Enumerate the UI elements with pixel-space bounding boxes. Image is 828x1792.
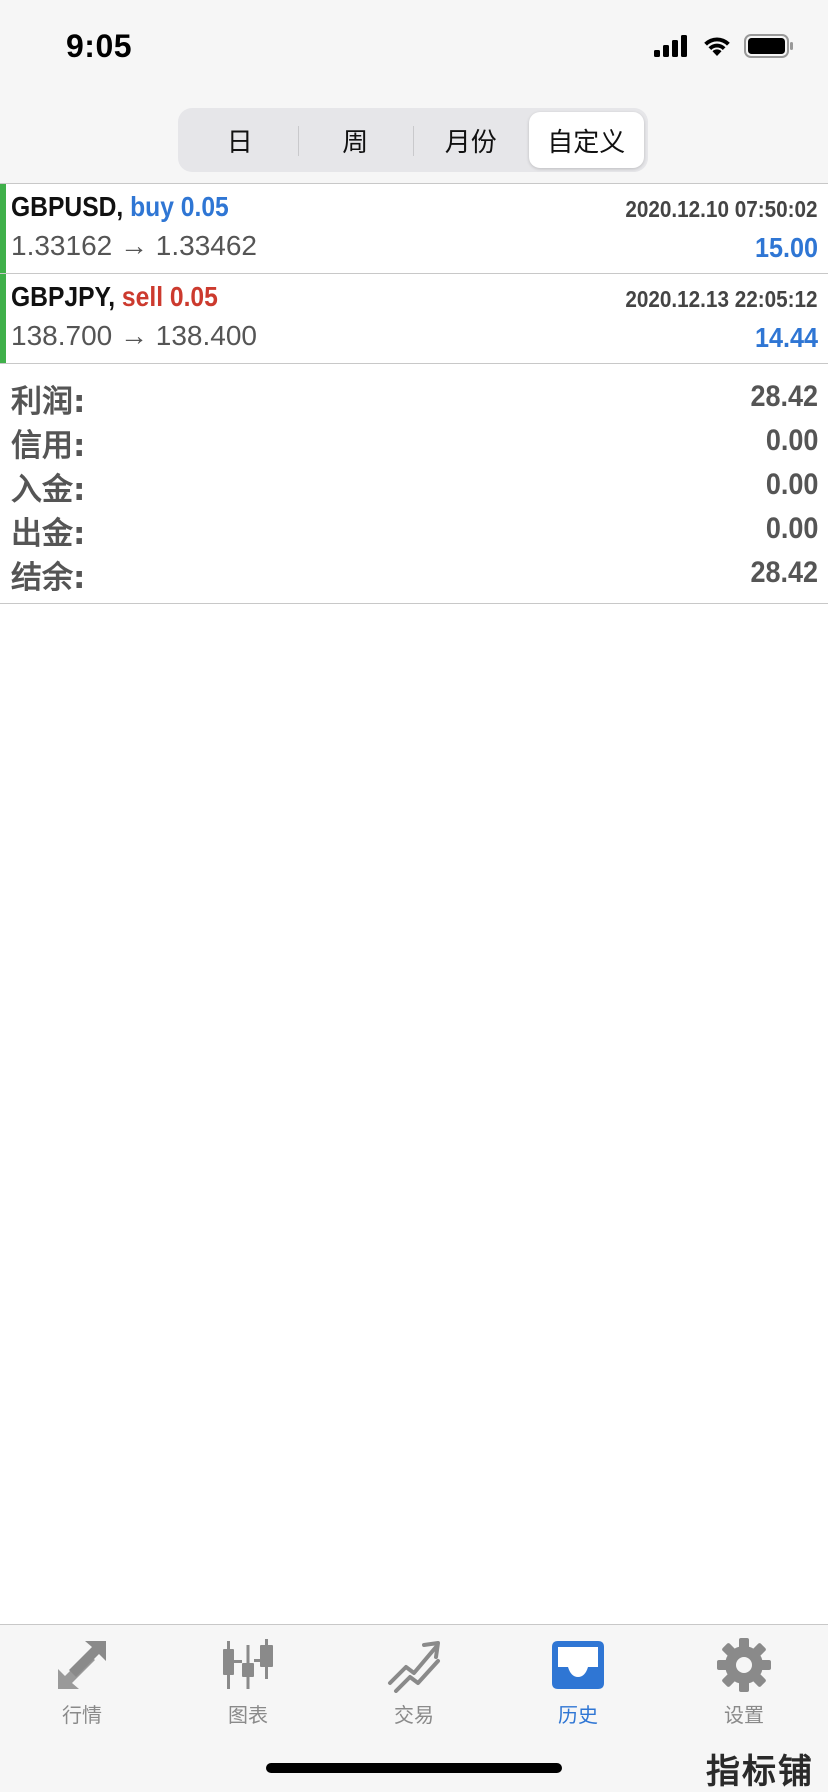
tab-label: 交易 <box>394 1703 434 1727</box>
summary-value: 0.00 <box>765 424 818 457</box>
summary-withdrawal: 出金: 0.00 <box>0 508 828 552</box>
trade-row-accent <box>0 184 6 273</box>
summary-value: 28.42 <box>750 380 818 413</box>
gear-icon <box>717 1638 771 1692</box>
trade-datetime: 2020.12.13 22:05:12 <box>625 286 818 312</box>
trade-side: buy 0.05 <box>130 191 229 222</box>
period-segmented-control: 日 周 月份 自定义 <box>178 108 648 172</box>
trade-symbol-name: GBPUSD, <box>11 191 124 222</box>
summary-label: 信用: <box>11 428 86 464</box>
trade-profit: 15.00 <box>754 232 818 263</box>
summary-value: 0.00 <box>765 512 818 545</box>
period-tab-week[interactable]: 周 <box>297 112 414 168</box>
trade-symbol-name: GBPJPY, <box>11 281 116 312</box>
period-tab-month[interactable]: 月份 <box>413 112 529 168</box>
trade-side: sell 0.05 <box>121 281 218 312</box>
tab-settings[interactable]: 设置 <box>684 1637 804 1737</box>
tab-chart[interactable]: 图表 <box>188 1637 308 1737</box>
tab-label: 设置 <box>724 1703 764 1727</box>
quotes-arrows-icon <box>58 1641 106 1689</box>
trade-symbol: GBPJPY, sell 0.05 <box>11 281 218 313</box>
period-tab-day[interactable]: 日 <box>182 112 298 168</box>
trade-symbol: GBPUSD, buy 0.05 <box>11 191 229 223</box>
summary-value: 28.42 <box>750 556 818 589</box>
summary-label: 利润: <box>11 384 86 420</box>
summary-label: 结余: <box>11 560 86 596</box>
history-inbox-icon <box>552 1641 604 1689</box>
battery-icon <box>744 34 793 58</box>
summary-credit: 信用: 0.00 <box>0 420 828 464</box>
tab-label: 历史 <box>558 1703 598 1727</box>
signal-icon <box>654 35 687 57</box>
watermark: 指标铺 <box>706 1752 814 1792</box>
header: 9:05 日 周 月份 自定义 <box>0 0 828 184</box>
trade-chart-icon <box>388 1641 440 1693</box>
trade-row-accent <box>0 274 6 363</box>
home-indicator[interactable] <box>266 1763 562 1773</box>
wifi-icon <box>704 37 730 56</box>
summary-value: 0.00 <box>765 468 818 501</box>
trade-prices: 138.700 → 138.400 <box>11 320 257 351</box>
trade-datetime: 2020.12.10 07:50:02 <box>625 196 818 222</box>
status-time: 9:05 <box>66 28 133 64</box>
summary-label: 入金: <box>11 472 86 508</box>
tab-quotes[interactable]: 行情 <box>22 1637 142 1737</box>
summary-label: 出金: <box>11 516 86 552</box>
tab-trade[interactable]: 交易 <box>354 1637 474 1737</box>
summary-section: 利润: 28.42 信用: 0.00 入金: 0.00 出金: 0.00 结余:… <box>0 364 828 604</box>
period-tab-custom[interactable]: 自定义 <box>528 112 644 168</box>
summary-profit: 利润: 28.42 <box>0 376 828 420</box>
summary-deposit: 入金: 0.00 <box>0 464 828 508</box>
candlestick-chart-icon <box>223 1639 273 1689</box>
tab-history[interactable]: 历史 <box>518 1637 638 1737</box>
trade-prices: 1.33162 → 1.33462 <box>11 230 257 261</box>
summary-balance: 结余: 28.42 <box>0 552 828 596</box>
trade-row[interactable]: GBPUSD, buy 0.05 2020.12.10 07:50:02 1.3… <box>0 184 828 274</box>
history-screen: 9:05 日 周 月份 自定义 GBPUSD, buy 0.05 2020.12… <box>0 0 828 1792</box>
status-icons <box>654 34 794 58</box>
trade-profit: 14.44 <box>754 322 818 353</box>
tab-label: 行情 <box>62 1703 102 1727</box>
trade-row[interactable]: GBPJPY, sell 0.05 2020.12.13 22:05:12 13… <box>0 274 828 364</box>
tab-label: 图表 <box>228 1703 268 1727</box>
